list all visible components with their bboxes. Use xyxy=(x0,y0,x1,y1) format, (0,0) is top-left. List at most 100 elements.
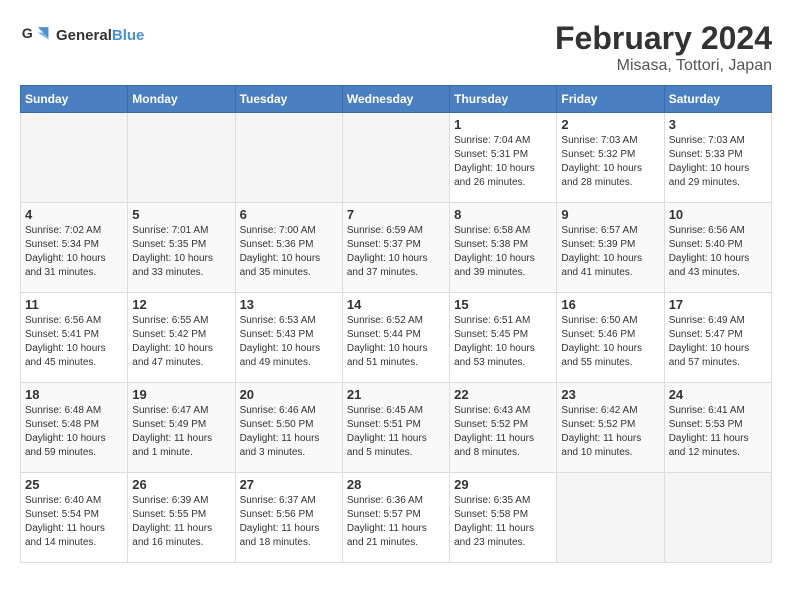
day-number: 29 xyxy=(454,477,552,492)
day-info: Sunrise: 6:40 AM Sunset: 5:54 PM Dayligh… xyxy=(25,494,123,550)
day-info: Sunrise: 6:43 AM Sunset: 5:52 PM Dayligh… xyxy=(454,404,552,460)
day-number: 3 xyxy=(669,117,767,132)
day-info: Sunrise: 6:35 AM Sunset: 5:58 PM Dayligh… xyxy=(454,494,552,550)
calendar-cell: 8Sunrise: 6:58 AM Sunset: 5:38 PM Daylig… xyxy=(450,203,557,293)
calendar-cell: 7 Sunrise: 6:59 AM Sunset: 5:37 PM Daylig… xyxy=(342,203,449,293)
day-info: Sunrise: 6:39 AM Sunset: 5:55 PM Dayligh… xyxy=(132,494,230,550)
day-number: 13 xyxy=(240,297,338,312)
calendar-cell: 15 Sunrise: 6:51 AM Sunset: 5:45 PM Dayli… xyxy=(450,293,557,383)
calendar-cell: 29 Sunrise: 6:35 AM Sunset: 5:58 PM Dayli… xyxy=(450,473,557,563)
day-number: 24 xyxy=(669,387,767,402)
calendar-week-5: 25 Sunrise: 6:40 AM Sunset: 5:54 PM Dayli… xyxy=(21,473,772,563)
calendar-cell: 9 Sunrise: 6:57 AM Sunset: 5:39 PM Daylig… xyxy=(557,203,664,293)
day-info: Sunrise: 6:59 AM Sunset: 5:37 PM Dayligh… xyxy=(347,224,445,280)
calendar-cell xyxy=(664,473,771,563)
day-info: Sunrise: 6:55 AM Sunset: 5:42 PM Dayligh… xyxy=(132,314,230,370)
day-info: Sunrise: 6:42 AM Sunset: 5:52 PM Dayligh… xyxy=(561,404,659,460)
calendar-cell: 4 Sunrise: 7:02 AM Sunset: 5:34 PM Daylig… xyxy=(21,203,128,293)
calendar-cell xyxy=(557,473,664,563)
calendar-cell: 14 Sunrise: 6:52 AM Sunset: 5:44 PM Dayli… xyxy=(342,293,449,383)
day-info: Sunrise: 6:47 AM Sunset: 5:49 PM Dayligh… xyxy=(132,404,230,460)
day-number: 16 xyxy=(561,297,659,312)
day-number: 9 xyxy=(561,207,659,222)
day-number: 4 xyxy=(25,207,123,222)
calendar-cell xyxy=(21,113,128,203)
weekday-header-thursday: Thursday xyxy=(450,86,557,113)
day-info: Sunrise: 6:51 AM Sunset: 5:45 PM Dayligh… xyxy=(454,314,552,370)
calendar-cell: 10 Sunrise: 6:56 AM Sunset: 5:40 PM Dayli… xyxy=(664,203,771,293)
svg-text:G: G xyxy=(22,26,33,42)
day-info: Sunrise: 7:04 AM Sunset: 5:31 PM Dayligh… xyxy=(454,134,552,190)
calendar-week-2: 4 Sunrise: 7:02 AM Sunset: 5:34 PM Daylig… xyxy=(21,203,772,293)
page-title: February 2024 xyxy=(555,20,772,57)
day-info: Sunrise: 6:46 AM Sunset: 5:50 PM Dayligh… xyxy=(240,404,338,460)
day-number: 19 xyxy=(132,387,230,402)
day-number: 6 xyxy=(240,207,338,222)
calendar-cell: 13 Sunrise: 6:53 AM Sunset: 5:43 PM Dayli… xyxy=(235,293,342,383)
day-number: 7 xyxy=(347,207,445,222)
calendar-cell: 26Sunrise: 6:39 AM Sunset: 5:55 PM Dayli… xyxy=(128,473,235,563)
calendar-cell: 21 Sunrise: 6:45 AM Sunset: 5:51 PM Dayli… xyxy=(342,383,449,473)
day-number: 5 xyxy=(132,207,230,222)
calendar-cell: 25 Sunrise: 6:40 AM Sunset: 5:54 PM Dayli… xyxy=(21,473,128,563)
calendar-cell: 27 Sunrise: 6:37 AM Sunset: 5:56 PM Dayli… xyxy=(235,473,342,563)
day-info: Sunrise: 7:01 AM Sunset: 5:35 PM Dayligh… xyxy=(132,224,230,280)
calendar-cell: 6 Sunrise: 7:00 AM Sunset: 5:36 PM Daylig… xyxy=(235,203,342,293)
day-number: 14 xyxy=(347,297,445,312)
weekday-header-wednesday: Wednesday xyxy=(342,86,449,113)
calendar-cell xyxy=(235,113,342,203)
logo-icon: G xyxy=(20,20,52,52)
calendar-cell: 18 Sunrise: 6:48 AM Sunset: 5:48 PM Dayli… xyxy=(21,383,128,473)
day-number: 18 xyxy=(25,387,123,402)
day-number: 28 xyxy=(347,477,445,492)
day-number: 17 xyxy=(669,297,767,312)
weekday-header-saturday: Saturday xyxy=(664,86,771,113)
title-section: February 2024 Misasa, Tottori, Japan xyxy=(555,20,772,75)
day-info: Sunrise: 6:41 AM Sunset: 5:53 PM Dayligh… xyxy=(669,404,767,460)
calendar-cell: 24 Sunrise: 6:41 AM Sunset: 5:53 PM Dayli… xyxy=(664,383,771,473)
calendar-cell xyxy=(128,113,235,203)
day-number: 20 xyxy=(240,387,338,402)
day-info: Sunrise: 6:53 AM Sunset: 5:43 PM Dayligh… xyxy=(240,314,338,370)
calendar-cell: 22 Sunrise: 6:43 AM Sunset: 5:52 PM Dayli… xyxy=(450,383,557,473)
day-number: 27 xyxy=(240,477,338,492)
day-info: Sunrise: 7:02 AM Sunset: 5:34 PM Dayligh… xyxy=(25,224,123,280)
calendar-cell: 11Sunrise: 6:56 AM Sunset: 5:41 PM Dayli… xyxy=(21,293,128,383)
calendar-cell: 1 Sunrise: 7:04 AM Sunset: 5:31 PM Daylig… xyxy=(450,113,557,203)
day-number: 12 xyxy=(132,297,230,312)
day-number: 1 xyxy=(454,117,552,132)
day-number: 11 xyxy=(25,297,123,312)
calendar-cell: 5 Sunrise: 7:01 AM Sunset: 5:35 PM Daylig… xyxy=(128,203,235,293)
day-info: Sunrise: 6:58 AM Sunset: 5:38 PM Dayligh… xyxy=(454,224,552,280)
day-number: 25 xyxy=(25,477,123,492)
calendar-cell: 23 Sunrise: 6:42 AM Sunset: 5:52 PM Dayli… xyxy=(557,383,664,473)
day-number: 15 xyxy=(454,297,552,312)
page-subtitle: Misasa, Tottori, Japan xyxy=(555,57,772,75)
day-number: 10 xyxy=(669,207,767,222)
day-info: Sunrise: 6:36 AM Sunset: 5:57 PM Dayligh… xyxy=(347,494,445,550)
calendar-cell: 3Sunrise: 7:03 AM Sunset: 5:33 PM Daylig… xyxy=(664,113,771,203)
day-info: Sunrise: 6:45 AM Sunset: 5:51 PM Dayligh… xyxy=(347,404,445,460)
day-info: Sunrise: 6:56 AM Sunset: 5:40 PM Dayligh… xyxy=(669,224,767,280)
logo: G GeneralBlue xyxy=(20,20,144,52)
page-header: G GeneralBlue February 2024 Misasa, Tott… xyxy=(20,20,772,75)
calendar-body: 1 Sunrise: 7:04 AM Sunset: 5:31 PM Daylig… xyxy=(21,113,772,563)
calendar-cell: 20 Sunrise: 6:46 AM Sunset: 5:50 PM Dayli… xyxy=(235,383,342,473)
day-info: Sunrise: 7:03 AM Sunset: 5:32 PM Dayligh… xyxy=(561,134,659,190)
calendar-table: SundayMondayTuesdayWednesdayThursdayFrid… xyxy=(20,85,772,563)
day-info: Sunrise: 6:37 AM Sunset: 5:56 PM Dayligh… xyxy=(240,494,338,550)
calendar-week-4: 18 Sunrise: 6:48 AM Sunset: 5:48 PM Dayli… xyxy=(21,383,772,473)
day-number: 22 xyxy=(454,387,552,402)
calendar-cell: 2Sunrise: 7:03 AM Sunset: 5:32 PM Daylig… xyxy=(557,113,664,203)
day-info: Sunrise: 6:52 AM Sunset: 5:44 PM Dayligh… xyxy=(347,314,445,370)
calendar-week-3: 11Sunrise: 6:56 AM Sunset: 5:41 PM Dayli… xyxy=(21,293,772,383)
calendar-cell xyxy=(342,113,449,203)
day-number: 23 xyxy=(561,387,659,402)
day-number: 21 xyxy=(347,387,445,402)
day-info: Sunrise: 6:48 AM Sunset: 5:48 PM Dayligh… xyxy=(25,404,123,460)
weekday-header-sunday: Sunday xyxy=(21,86,128,113)
day-info: Sunrise: 7:00 AM Sunset: 5:36 PM Dayligh… xyxy=(240,224,338,280)
day-info: Sunrise: 6:57 AM Sunset: 5:39 PM Dayligh… xyxy=(561,224,659,280)
weekday-header-friday: Friday xyxy=(557,86,664,113)
weekday-header-row: SundayMondayTuesdayWednesdayThursdayFrid… xyxy=(21,86,772,113)
